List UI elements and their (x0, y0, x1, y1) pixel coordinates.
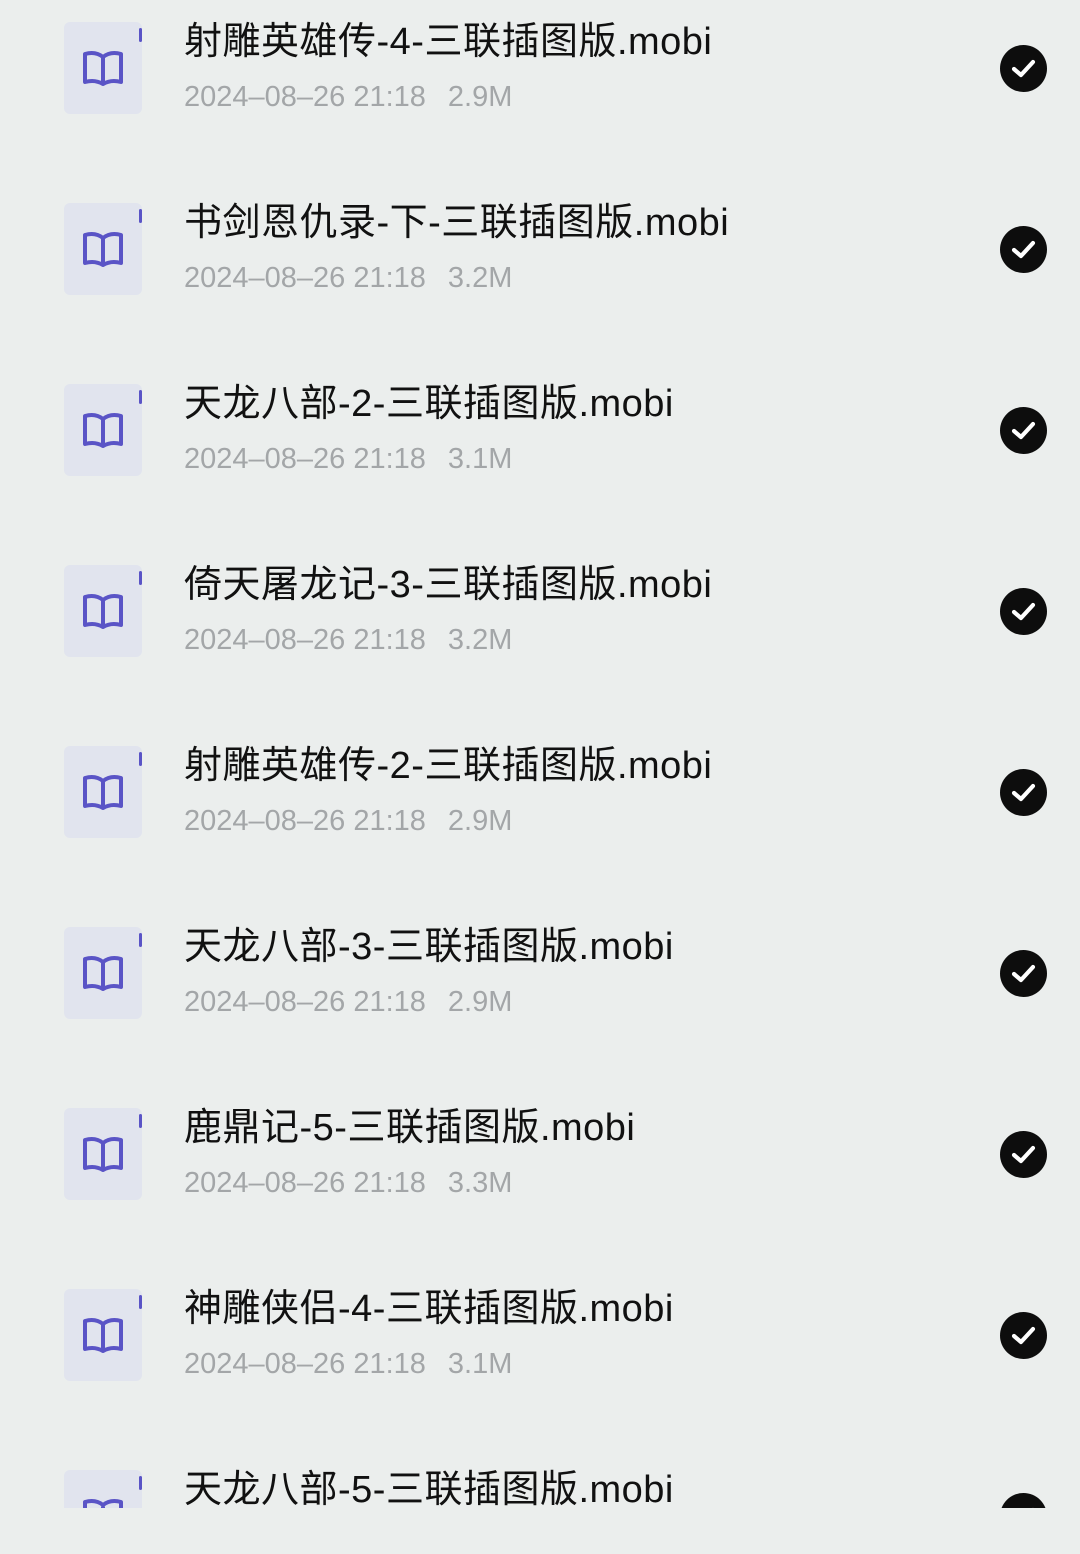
file-row[interactable]: 射雕英雄传-4-三联插图版.mobi 2024–08–26 21:18 2.9M (0, 0, 1080, 181)
book-icon (64, 1289, 142, 1381)
file-meta: 2024–08–26 21:18 2.9M (184, 804, 512, 838)
book-icon (64, 746, 142, 838)
selected-check-icon[interactable] (1000, 950, 1047, 997)
selected-check-icon[interactable] (1000, 1312, 1047, 1359)
file-meta: 2024–08–26 21:18 3.2M (184, 261, 512, 295)
file-name: 天龙八部-3-三联插图版.mobi (184, 926, 674, 968)
file-name: 书剑恩仇录-下-三联插图版.mobi (184, 202, 730, 244)
book-icon (64, 203, 142, 295)
file-date: 2024–08–26 21:18 (184, 1167, 426, 1199)
file-row[interactable]: 射雕英雄传-2-三联插图版.mobi 2024–08–26 21:18 2.9M (0, 724, 1080, 905)
book-icon (64, 22, 142, 114)
file-size: 3.2M (447, 624, 513, 656)
file-date: 2024–08–26 21:18 (184, 262, 426, 294)
file-meta: 2024–08–26 21:18 3.2M (184, 623, 512, 657)
file-name: 天龙八部-5-三联插图版.mobi (184, 1469, 674, 1508)
file-size: 3.3M (447, 1167, 513, 1199)
file-size: 3.2M (447, 262, 513, 294)
selected-check-icon[interactable] (1000, 588, 1047, 635)
selected-check-icon[interactable] (1000, 1131, 1047, 1178)
file-name: 射雕英雄传-4-三联插图版.mobi (184, 21, 713, 63)
selected-check-icon[interactable] (1000, 1493, 1047, 1508)
file-row[interactable]: 倚天屠龙记-3-三联插图版.mobi 2024–08–26 21:18 3.2M (0, 543, 1080, 724)
file-row[interactable]: 天龙八部-2-三联插图版.mobi 2024–08–26 21:18 3.1M (0, 362, 1080, 543)
file-row[interactable]: 天龙八部-5-三联插图版.mobi (0, 1448, 1080, 1508)
bottom-bar (0, 1508, 1080, 1554)
file-date: 2024–08–26 21:18 (184, 624, 426, 656)
file-meta: 2024–08–26 21:18 3.3M (184, 1166, 512, 1200)
file-meta: 2024–08–26 21:18 3.1M (184, 1347, 512, 1381)
book-icon (64, 927, 142, 1019)
file-name: 射雕英雄传-2-三联插图版.mobi (184, 745, 713, 787)
file-name: 神雕侠侣-4-三联插图版.mobi (184, 1288, 674, 1330)
file-date: 2024–08–26 21:18 (184, 443, 426, 475)
file-size: 3.1M (447, 443, 513, 475)
selected-check-icon[interactable] (1000, 226, 1047, 273)
file-row[interactable]: 天龙八部-3-三联插图版.mobi 2024–08–26 21:18 2.9M (0, 905, 1080, 1086)
selected-check-icon[interactable] (1000, 769, 1047, 816)
book-icon (64, 1470, 142, 1508)
file-date: 2024–08–26 21:18 (184, 1348, 426, 1380)
book-icon (64, 1108, 142, 1200)
file-date: 2024–08–26 21:18 (184, 805, 426, 837)
file-size: 2.9M (447, 805, 513, 837)
file-size: 2.9M (447, 81, 513, 113)
file-date: 2024–08–26 21:18 (184, 81, 426, 113)
file-meta: 2024–08–26 21:18 3.1M (184, 442, 512, 476)
file-name: 鹿鼎记-5-三联插图版.mobi (184, 1107, 636, 1149)
file-row[interactable]: 神雕侠侣-4-三联插图版.mobi 2024–08–26 21:18 3.1M (0, 1267, 1080, 1448)
file-meta: 2024–08–26 21:18 2.9M (184, 80, 512, 114)
book-icon (64, 565, 142, 657)
file-name: 倚天屠龙记-3-三联插图版.mobi (184, 564, 713, 606)
selected-check-icon[interactable] (1000, 407, 1047, 454)
book-icon (64, 384, 142, 476)
file-list: 射雕英雄传-4-三联插图版.mobi 2024–08–26 21:18 2.9M … (0, 0, 1080, 1508)
file-row[interactable]: 书剑恩仇录-下-三联插图版.mobi 2024–08–26 21:18 3.2M (0, 181, 1080, 362)
file-size: 3.1M (447, 1348, 513, 1380)
selected-check-icon[interactable] (1000, 45, 1047, 92)
file-meta: 2024–08–26 21:18 2.9M (184, 985, 512, 1019)
file-row[interactable]: 鹿鼎记-5-三联插图版.mobi 2024–08–26 21:18 3.3M (0, 1086, 1080, 1267)
file-name: 天龙八部-2-三联插图版.mobi (184, 383, 674, 425)
file-size: 2.9M (447, 986, 513, 1018)
file-date: 2024–08–26 21:18 (184, 986, 426, 1018)
